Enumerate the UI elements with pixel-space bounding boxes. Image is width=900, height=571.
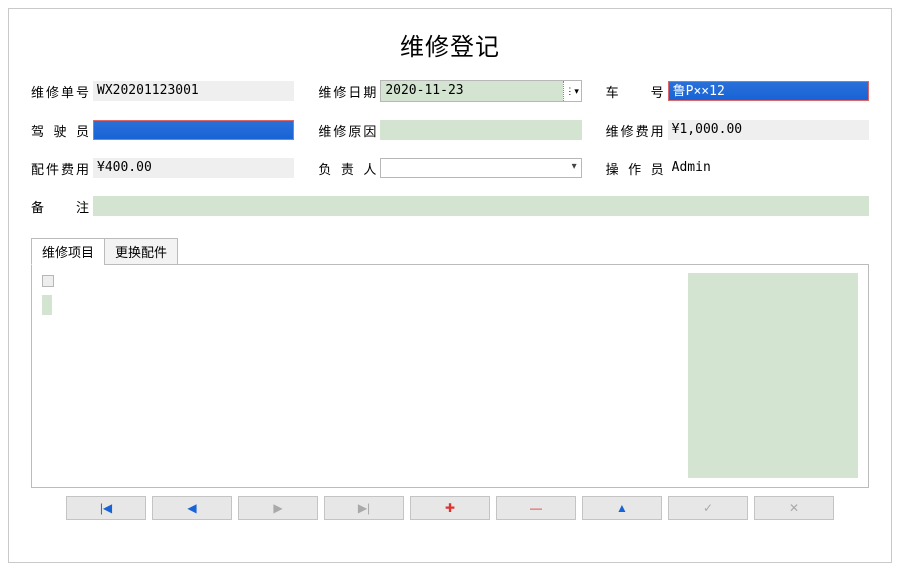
tabs: 维修项目 更换配件 <box>31 238 869 265</box>
check-icon: ✓ <box>703 501 713 515</box>
operator-value: Admin <box>668 158 869 178</box>
label-plate: 车 号 <box>606 82 664 101</box>
nav-first-button[interactable]: |◀ <box>66 496 146 520</box>
field-driver: 驾 驶 员 <box>31 120 294 140</box>
reason-input[interactable] <box>380 120 581 140</box>
nav-confirm-button[interactable]: ✓ <box>668 496 748 520</box>
date-picker[interactable]: 2020-11-23 ⋮▾ <box>380 80 581 102</box>
nav-next-button[interactable]: ▶ <box>238 496 318 520</box>
date-value[interactable]: 2020-11-23 <box>381 81 562 101</box>
label-driver: 驾 驶 员 <box>31 121 89 140</box>
label-date: 维修日期 <box>318 82 376 101</box>
detail-panel <box>688 273 858 478</box>
cancel-icon: ✕ <box>789 501 799 515</box>
nav-delete-button[interactable]: — <box>496 496 576 520</box>
nav-prev-button[interactable]: ◀ <box>152 496 232 520</box>
field-reason: 维修原因 <box>318 120 581 140</box>
label-order-no: 维修单号 <box>31 82 89 101</box>
first-icon: |◀ <box>100 501 112 515</box>
field-date: 维修日期 2020-11-23 ⋮▾ <box>318 80 581 102</box>
driver-input[interactable] <box>93 120 294 140</box>
record-navigator: |◀ ◀ ▶ ▶| ✚ — ▲ ✓ ✕ <box>31 496 869 520</box>
label-person: 负 责 人 <box>318 159 376 178</box>
nav-edit-button[interactable]: ▲ <box>582 496 662 520</box>
last-icon: ▶| <box>358 501 370 515</box>
plate-input[interactable]: 鲁P××12 <box>668 81 869 101</box>
tab-items[interactable]: 维修项目 <box>31 238 105 265</box>
form-grid: 维修单号 WX20201123001 维修日期 2020-11-23 ⋮▾ 车 … <box>31 80 869 178</box>
next-icon: ▶ <box>273 501 282 515</box>
cost-input[interactable]: ¥1,000.00 <box>668 120 869 140</box>
order-no-input[interactable]: WX20201123001 <box>93 81 294 101</box>
field-remark: 备 注 <box>31 196 869 216</box>
calendar-dropdown-icon[interactable]: ⋮▾ <box>563 81 581 101</box>
field-person: 负 责 人 <box>318 158 581 178</box>
minus-icon: — <box>530 501 542 515</box>
label-cost: 维修费用 <box>606 121 664 140</box>
remark-input[interactable] <box>93 196 869 216</box>
up-icon: ▲ <box>616 501 628 515</box>
nav-add-button[interactable]: ✚ <box>410 496 490 520</box>
field-parts-cost: 配件费用 ¥400.00 <box>31 158 294 178</box>
label-remark: 备 注 <box>31 197 89 216</box>
tab-panel <box>31 264 869 488</box>
tab-parts[interactable]: 更换配件 <box>104 238 178 265</box>
field-order-no: 维修单号 WX20201123001 <box>31 80 294 102</box>
prev-icon: ◀ <box>187 501 196 515</box>
label-reason: 维修原因 <box>318 121 376 140</box>
nav-cancel-button[interactable]: ✕ <box>754 496 834 520</box>
field-operator: 操 作 员 Admin <box>606 158 869 178</box>
label-operator: 操 作 员 <box>606 159 664 178</box>
maintenance-register-window: 维修登记 维修单号 WX20201123001 维修日期 2020-11-23 … <box>8 8 892 563</box>
label-parts-cost: 配件费用 <box>31 159 89 178</box>
person-select[interactable] <box>380 158 581 178</box>
grid-row-indicator <box>42 295 52 315</box>
nav-last-button[interactable]: ▶| <box>324 496 404 520</box>
grid-select-checkbox[interactable] <box>42 275 54 287</box>
page-title: 维修登记 <box>31 27 869 62</box>
field-cost: 维修费用 ¥1,000.00 <box>606 120 869 140</box>
field-plate: 车 号 鲁P××12 <box>606 80 869 102</box>
plus-icon: ✚ <box>445 501 455 515</box>
parts-cost-input[interactable]: ¥400.00 <box>93 158 294 178</box>
